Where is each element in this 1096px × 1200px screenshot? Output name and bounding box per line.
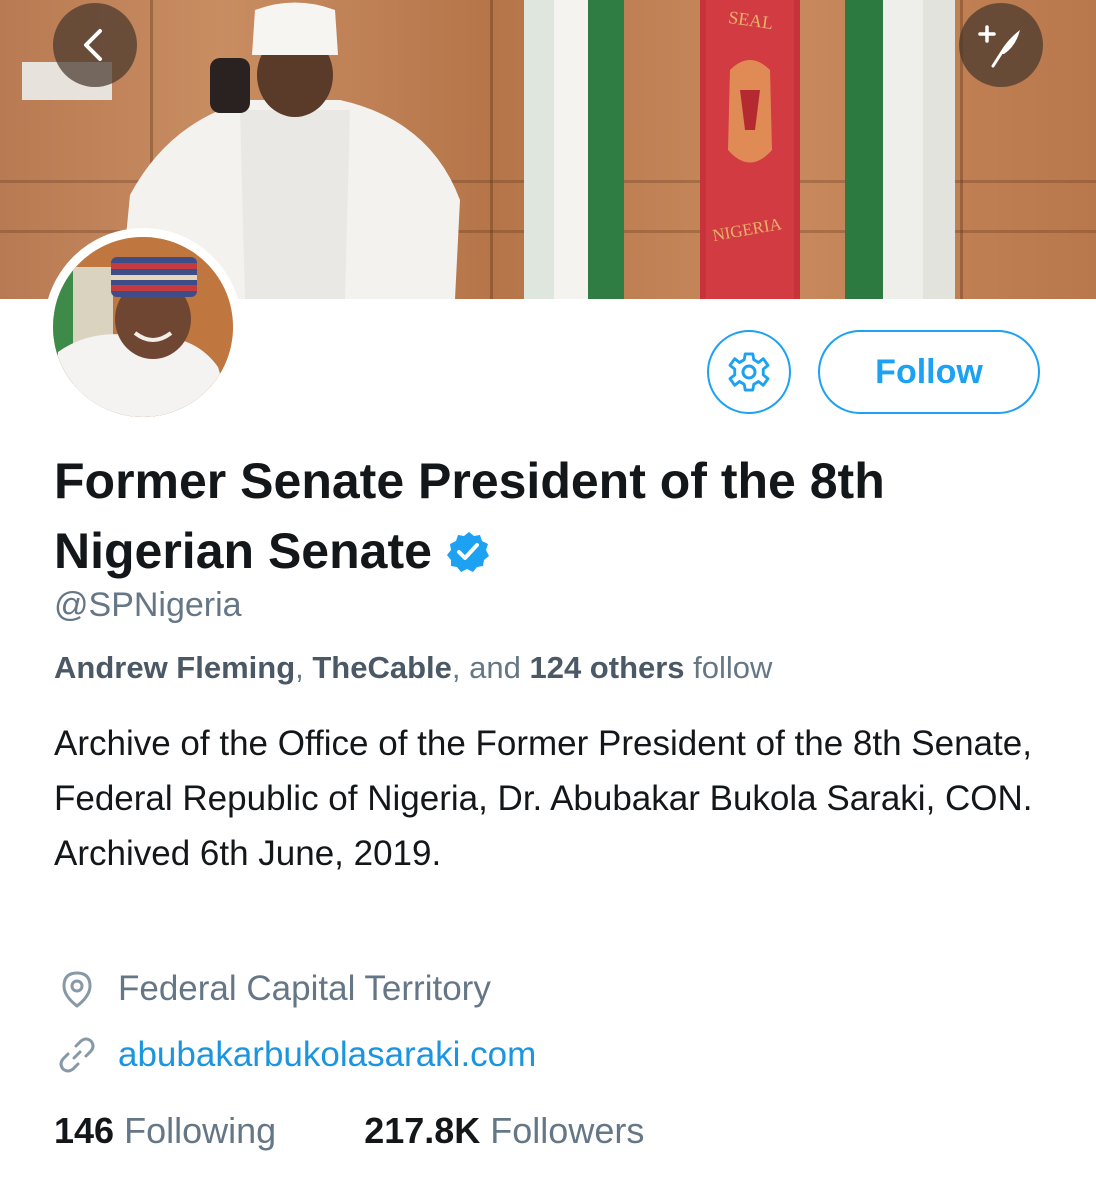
following-label: Following — [124, 1110, 277, 1151]
others-count[interactable]: 124 others — [529, 650, 684, 685]
followers-count: 217.8K — [364, 1110, 481, 1151]
display-name: Former Senate President of the 8th Niger… — [54, 446, 1034, 592]
follow-stats: 146 Following 217.8K Followers — [54, 1110, 644, 1152]
flag — [524, 0, 624, 299]
followers-stat[interactable]: 217.8K Followers — [364, 1110, 644, 1152]
follower-name[interactable]: Andrew Fleming — [54, 650, 295, 685]
following-stat[interactable]: 146 Following — [54, 1110, 276, 1152]
separator-text: , — [295, 650, 313, 685]
separator-text: , and — [451, 650, 530, 685]
follow-button[interactable]: Follow — [818, 330, 1040, 414]
followers-label: Followers — [490, 1110, 645, 1151]
link-icon — [54, 1032, 100, 1078]
back-button[interactable] — [53, 3, 137, 87]
follow-suffix: follow — [684, 650, 773, 685]
profile-handle: @SPNigeria — [54, 586, 242, 624]
compose-feather-icon — [978, 25, 1020, 68]
website-link[interactable]: abubakarbukolasaraki.com — [118, 1035, 536, 1075]
location-text: Federal Capital Territory — [118, 969, 491, 1008]
chevron-left-icon — [84, 29, 102, 61]
website-row[interactable]: abubakarbukolasaraki.com — [54, 1032, 536, 1078]
gear-icon — [728, 352, 770, 392]
avatar[interactable] — [44, 228, 242, 426]
verified-badge-icon — [446, 522, 490, 592]
profile-settings-button[interactable] — [707, 330, 791, 414]
avatar-photo — [53, 237, 233, 417]
followed-by[interactable]: Andrew Fleming, TheCable, and 124 others… — [54, 650, 772, 686]
location-pin-icon — [54, 966, 100, 1012]
following-count: 146 — [54, 1110, 115, 1151]
location-row: Federal Capital Territory — [54, 966, 491, 1012]
senate-seal-banner: SEAL NIGERIA — [700, 0, 800, 299]
compose-tweet-button[interactable] — [959, 3, 1043, 87]
flag — [845, 0, 955, 299]
follower-name[interactable]: TheCable — [312, 650, 452, 685]
wood-panel-line — [490, 0, 493, 299]
profile-bio: Archive of the Office of the Former Pres… — [54, 724, 1033, 873]
